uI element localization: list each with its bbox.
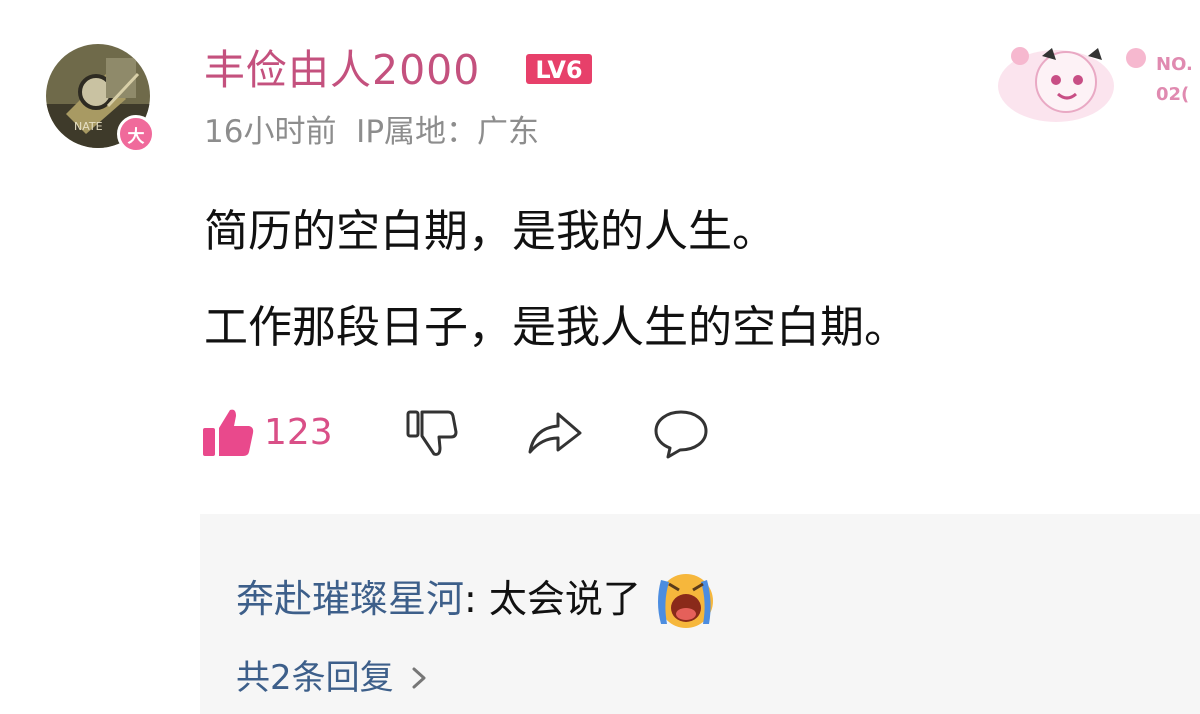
- comment-text-line-1: 简历的空白期，是我的人生。: [204, 206, 776, 257]
- comment-button[interactable]: [652, 400, 710, 464]
- crying-emoji-icon: [657, 574, 713, 628]
- avatar-badge: 大: [117, 115, 155, 153]
- more-replies-link[interactable]: 共2条回复: [236, 656, 430, 700]
- thumbs-up-icon: [203, 409, 254, 456]
- decoration-badge: NO. 02(: [996, 36, 1200, 122]
- svg-text:NATE: NATE: [74, 120, 103, 133]
- comment-text-line-2: 工作那段日子，是我人生的空白期。: [204, 302, 908, 353]
- comment-bubble-icon: [654, 410, 708, 459]
- level-text: LV6: [535, 56, 582, 84]
- reply-section: 奔赴璀璨星河: 太会说了 共2条回复: [200, 514, 1200, 714]
- reply-separator: :: [464, 577, 489, 621]
- decoration-text-bottom: 02(: [1156, 84, 1189, 105]
- comment-meta: 16小时前 IP属地：广东: [204, 112, 539, 152]
- level-badge: LV6: [525, 53, 593, 85]
- like-button[interactable]: 123: [200, 400, 333, 464]
- like-count: 123: [264, 411, 333, 453]
- action-bar: 123: [200, 400, 760, 464]
- decoration-text-top: NO.: [1156, 54, 1193, 75]
- thumbs-down-icon: [406, 410, 458, 456]
- reply-text: 太会说了: [488, 577, 641, 621]
- ip-location: IP属地：广东: [356, 114, 540, 150]
- share-arrow-icon: [528, 412, 582, 454]
- chevron-right-icon: [412, 667, 426, 689]
- comment-time: 16小时前: [204, 114, 337, 150]
- username[interactable]: 丰俭由人2000: [204, 44, 480, 96]
- share-button[interactable]: [524, 400, 584, 464]
- reply-username[interactable]: 奔赴璀璨星河: [236, 574, 464, 624]
- more-replies-label: 共2条回复: [236, 658, 394, 698]
- avatar[interactable]: NATE 大: [46, 44, 155, 153]
- reply-item[interactable]: 奔赴璀璨星河: 太会说了: [236, 566, 717, 632]
- dislike-button[interactable]: [404, 400, 460, 464]
